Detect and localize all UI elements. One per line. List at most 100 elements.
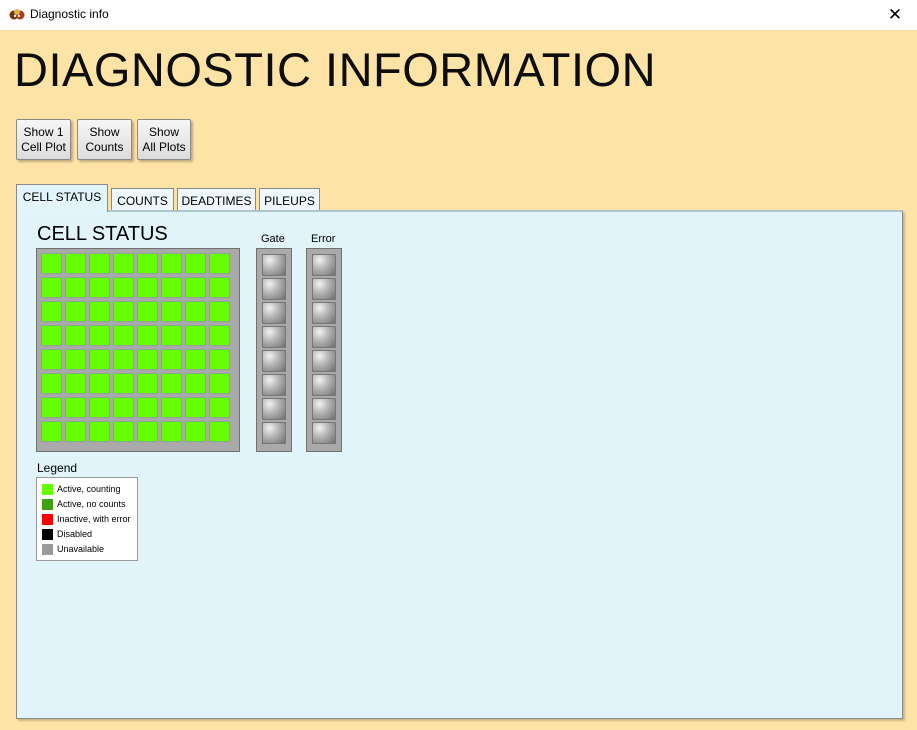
error-led-indicator-icon <box>312 278 336 300</box>
tab-deadtimes[interactable]: DEADTIMES <box>177 188 256 212</box>
cell-r5-c3[interactable] <box>89 349 110 370</box>
cell-r5-c8[interactable] <box>209 349 230 370</box>
cell-r8-c7[interactable] <box>185 421 206 442</box>
cell-r4-c8[interactable] <box>209 325 230 346</box>
button-label-line1: Show 1 <box>23 124 64 139</box>
cell-r3-c3[interactable] <box>89 301 110 322</box>
cell-r8-c8[interactable] <box>209 421 230 442</box>
legend-label: Disabled <box>57 529 93 539</box>
cell-r7-c7[interactable] <box>185 397 206 418</box>
cell-r6-c6[interactable] <box>161 373 182 394</box>
cell-r6-c8[interactable] <box>209 373 230 394</box>
cell-r8-c2[interactable] <box>65 421 86 442</box>
legend-label: Inactive, with error <box>57 514 131 524</box>
cell-r7-c3[interactable] <box>89 397 110 418</box>
tab-label: CELL STATUS <box>22 190 102 204</box>
gate-led-indicator-icon <box>262 374 286 396</box>
cell-r8-c5[interactable] <box>137 421 158 442</box>
title-bar: Diagnostic info ✕ <box>0 0 917 30</box>
error-led-indicator-icon <box>312 422 336 444</box>
app-icon <box>9 9 25 20</box>
cell-r7-c1[interactable] <box>41 397 62 418</box>
error-led-indicator-icon <box>312 254 336 276</box>
cell-r8-c3[interactable] <box>89 421 110 442</box>
cell-r1-c2[interactable] <box>65 253 86 274</box>
cell-r5-c1[interactable] <box>41 349 62 370</box>
window-title: Diagnostic info <box>30 7 109 21</box>
legend-label: Unavailable <box>57 544 105 554</box>
cell-r1-c6[interactable] <box>161 253 182 274</box>
button-label-line1: Show <box>148 124 180 139</box>
cell-r5-c2[interactable] <box>65 349 86 370</box>
section-title: CELL STATUS <box>37 223 168 245</box>
legend-label: Active, counting <box>57 484 121 494</box>
cell-r7-c6[interactable] <box>161 397 182 418</box>
cell-r5-c6[interactable] <box>161 349 182 370</box>
tab-pileups[interactable]: PILEUPS <box>259 188 320 212</box>
cell-r4-c5[interactable] <box>137 325 158 346</box>
legend-label: Active, no counts <box>57 499 126 509</box>
cell-r3-c7[interactable] <box>185 301 206 322</box>
cell-r6-c4[interactable] <box>113 373 134 394</box>
cell-r4-c4[interactable] <box>113 325 134 346</box>
cell-r3-c2[interactable] <box>65 301 86 322</box>
cell-r5-c5[interactable] <box>137 349 158 370</box>
cell-r1-c3[interactable] <box>89 253 110 274</box>
cell-r3-c6[interactable] <box>161 301 182 322</box>
cell-r4-c7[interactable] <box>185 325 206 346</box>
cell-r2-c8[interactable] <box>209 277 230 298</box>
cell-r2-c5[interactable] <box>137 277 158 298</box>
gate-led-indicator-icon <box>262 278 286 300</box>
cell-r6-c7[interactable] <box>185 373 206 394</box>
cell-r2-c3[interactable] <box>89 277 110 298</box>
button-label-line2: Counts <box>85 139 124 154</box>
cell-r8-c6[interactable] <box>161 421 182 442</box>
gate-led-indicator-icon <box>262 350 286 372</box>
error-led-indicator-icon <box>312 350 336 372</box>
show-all-plots-button[interactable]: Show All Plots <box>137 119 191 160</box>
cell-r6-c2[interactable] <box>65 373 86 394</box>
show-counts-button[interactable]: Show Counts <box>77 119 132 160</box>
cell-r8-c4[interactable] <box>113 421 134 442</box>
cell-r4-c1[interactable] <box>41 325 62 346</box>
cell-r4-c2[interactable] <box>65 325 86 346</box>
cell-r3-c8[interactable] <box>209 301 230 322</box>
cell-r1-c7[interactable] <box>185 253 206 274</box>
cell-r6-c5[interactable] <box>137 373 158 394</box>
cell-r7-c4[interactable] <box>113 397 134 418</box>
cell-r3-c1[interactable] <box>41 301 62 322</box>
cell-r1-c5[interactable] <box>137 253 158 274</box>
cell-r3-c4[interactable] <box>113 301 134 322</box>
cell-r7-c8[interactable] <box>209 397 230 418</box>
cell-r3-c5[interactable] <box>137 301 158 322</box>
cell-r8-c1[interactable] <box>41 421 62 442</box>
tab-counts[interactable]: COUNTS <box>111 188 174 212</box>
cell-r2-c6[interactable] <box>161 277 182 298</box>
cell-r1-c1[interactable] <box>41 253 62 274</box>
cell-r2-c2[interactable] <box>65 277 86 298</box>
button-label-line2: All Plots <box>142 139 186 154</box>
cell-r6-c1[interactable] <box>41 373 62 394</box>
tab-cell-status[interactable]: CELL STATUS <box>16 184 108 212</box>
cell-r4-c3[interactable] <box>89 325 110 346</box>
show-cell-plot-button[interactable]: Show 1 Cell Plot <box>16 119 71 160</box>
cell-r2-c1[interactable] <box>41 277 62 298</box>
cell-r5-c7[interactable] <box>185 349 206 370</box>
tab-label: COUNTS <box>117 194 168 208</box>
cell-r1-c4[interactable] <box>113 253 134 274</box>
cell-r6-c3[interactable] <box>89 373 110 394</box>
cell-r5-c4[interactable] <box>113 349 134 370</box>
cell-r2-c4[interactable] <box>113 277 134 298</box>
gate-led-indicator-icon <box>262 398 286 420</box>
cell-r7-c5[interactable] <box>137 397 158 418</box>
cell-r1-c8[interactable] <box>209 253 230 274</box>
gate-indicator-column <box>256 248 292 452</box>
close-button[interactable]: ✕ <box>873 0 917 30</box>
gate-led-indicator-icon <box>262 422 286 444</box>
cell-r4-c6[interactable] <box>161 325 182 346</box>
cell-r7-c2[interactable] <box>65 397 86 418</box>
button-label-line1: Show <box>89 124 120 139</box>
gate-label: Gate <box>261 233 285 245</box>
legend-swatch-active-counting <box>42 484 53 495</box>
cell-r2-c7[interactable] <box>185 277 206 298</box>
